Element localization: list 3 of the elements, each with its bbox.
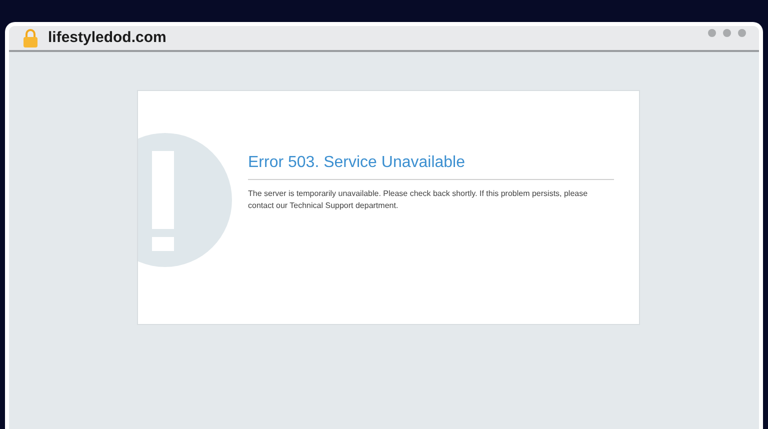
address-text[interactable]: lifestyledod.com — [48, 26, 166, 50]
error-message: The server is temporarily unavailable. Please check back shortly. If this problem persists, please contact our Technical Support department. — [248, 188, 589, 212]
error-title: Error 503. Service Unavailable — [248, 151, 614, 180]
